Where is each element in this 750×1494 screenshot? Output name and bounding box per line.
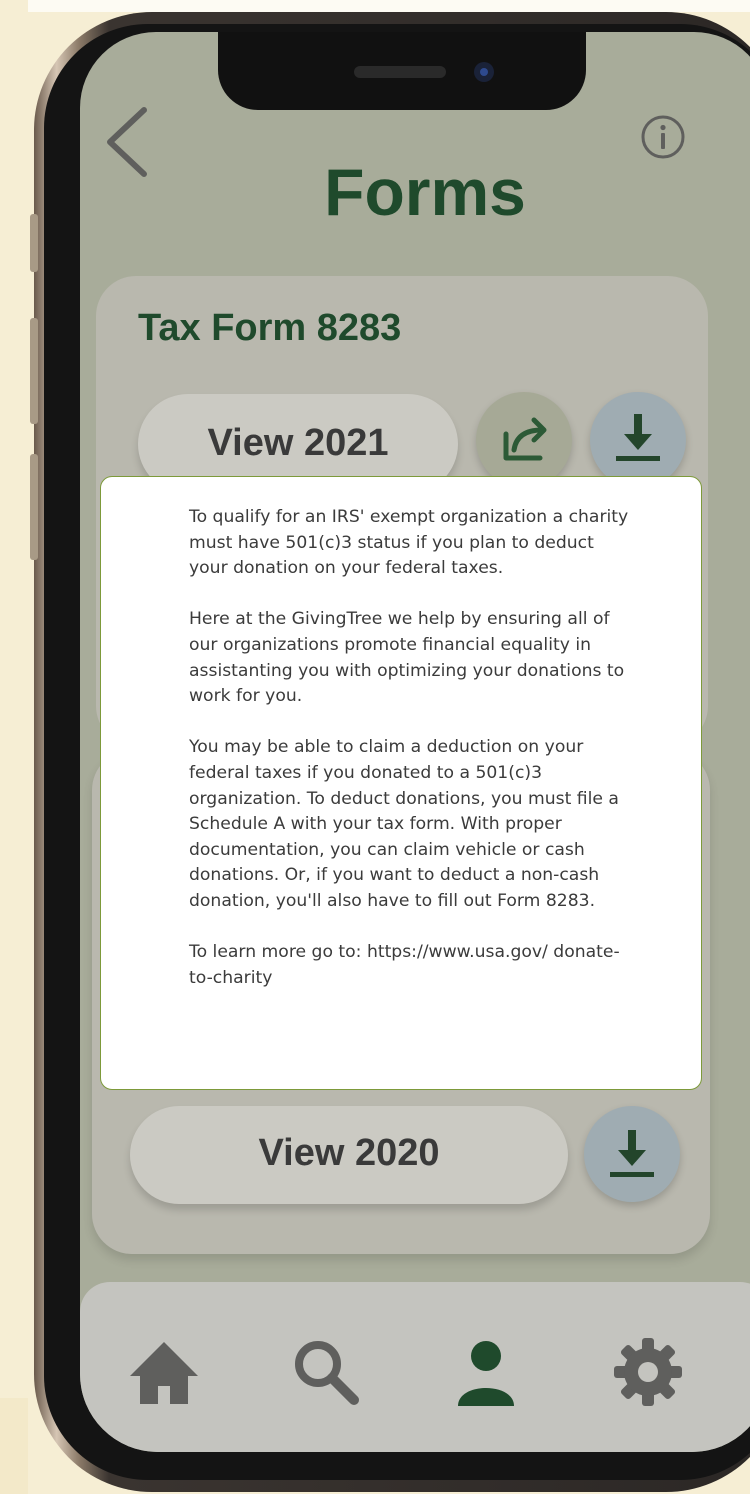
share-button[interactable] — [476, 392, 572, 488]
page-background — [0, 0, 28, 1494]
modal-paragraph-deduction: You may be able to claim a deduction on … — [189, 737, 619, 911]
side-button-silent — [30, 214, 38, 272]
download-2021-button[interactable] — [590, 392, 686, 488]
home-icon[interactable] — [124, 1332, 204, 1412]
gear-icon[interactable] — [608, 1332, 688, 1412]
modal-paragraph-givingtree: Here at the GivingTree we help by ensuri… — [189, 609, 625, 707]
speaker-grille — [354, 66, 446, 78]
profile-icon[interactable] — [446, 1332, 526, 1412]
download-2020-button[interactable] — [584, 1106, 680, 1202]
bottom-tab-bar — [80, 1282, 750, 1452]
download-icon — [610, 1130, 654, 1177]
view-2020-button[interactable]: View 2020 — [130, 1106, 568, 1204]
download-icon — [616, 414, 660, 461]
page-background-strip — [0, 1398, 28, 1494]
side-button-volume-up — [30, 318, 38, 424]
front-camera — [474, 62, 494, 82]
modal-body: To qualify for an IRS' exempt organizati… — [189, 505, 637, 1017]
share-icon — [503, 417, 547, 461]
side-button-volume-down — [30, 454, 38, 560]
info-modal: To qualify for an IRS' exempt organizati… — [100, 476, 702, 1090]
page-title: Forms — [324, 155, 526, 229]
page-background-top — [28, 0, 750, 12]
modal-paragraph-learn-more[interactable]: To learn more go to: https://www.usa.gov… — [189, 940, 637, 991]
phone-notch — [218, 32, 586, 110]
modal-paragraph-irs-status: To qualify for an IRS' exempt organizati… — [189, 507, 629, 579]
card-title: Tax Form 8283 — [138, 307, 402, 349]
app-screen: Forms Tax Form 8283 View 2021 View 2020 … — [80, 32, 750, 1452]
search-icon[interactable] — [286, 1332, 366, 1412]
